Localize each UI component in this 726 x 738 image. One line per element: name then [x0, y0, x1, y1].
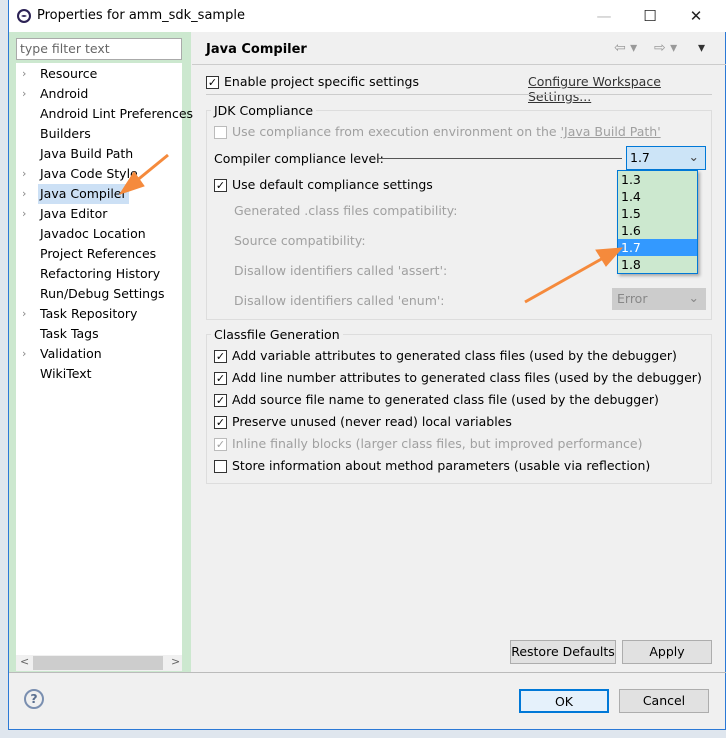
annotation-arrow-line [524, 255, 606, 304]
annotation-arrowhead [118, 171, 145, 195]
annotation-arrowhead [595, 247, 624, 267]
annotation-arrow-line [134, 153, 169, 184]
annotation-arrows [118, 153, 624, 304]
